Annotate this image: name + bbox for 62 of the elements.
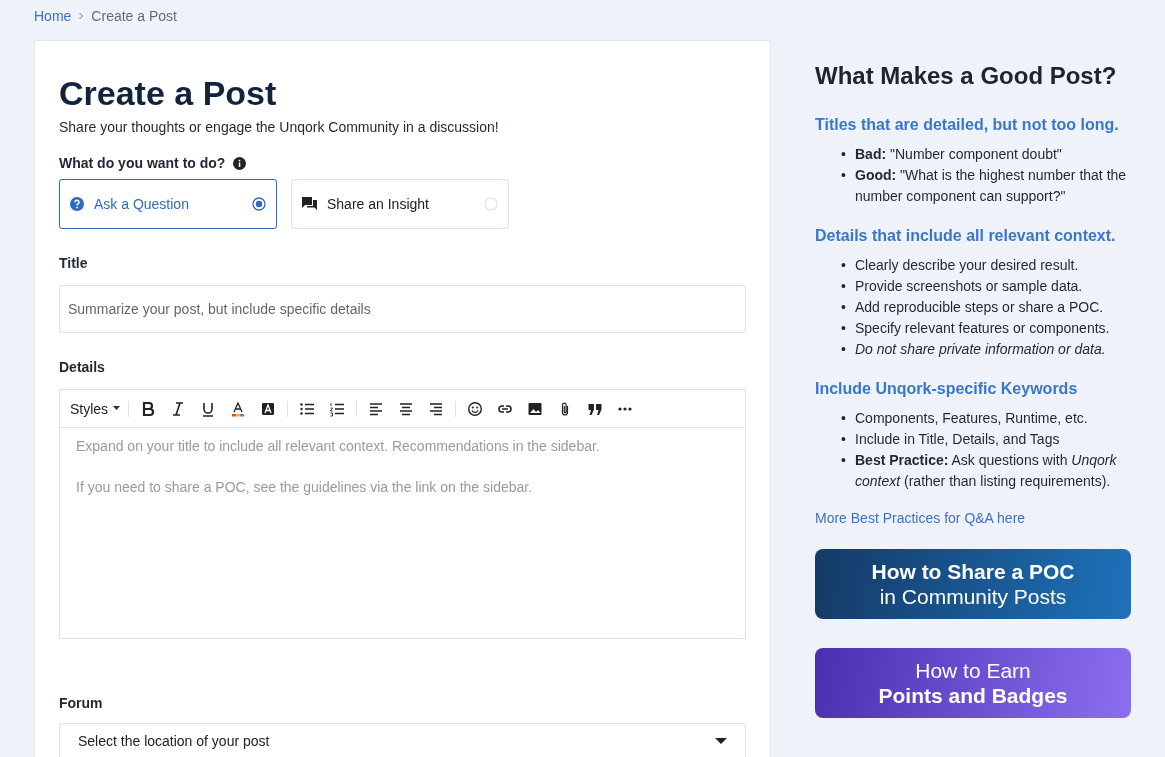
chevron-icon	[77, 12, 86, 20]
bullet-marker: •	[841, 277, 847, 296]
tip-item: Best Practice: Ask questions with Unqork context (rather than listing requirements).	[855, 451, 1118, 491]
question-icon	[70, 197, 84, 211]
editor-placeholder: If you need to share a POC, see the guidelines via the link on the sidebar.	[76, 479, 534, 496]
best-practices-link[interactable]: More Best Practices for Q&A here	[815, 510, 1026, 526]
tip-item: Good: "What is the highest number that the number component can support?"	[855, 166, 1128, 206]
field-label: What do you want to do?	[59, 155, 226, 171]
post-type-option[interactable]: Ask a Question	[59, 179, 277, 229]
caret-icon	[113, 406, 121, 411]
guide-banner[interactable]: How to Earn Points and Badges	[815, 648, 1131, 718]
numbered-list-icon[interactable]	[329, 400, 346, 417]
tip-item: Do not share private information or data.	[855, 340, 1106, 359]
bullet-marker: •	[841, 451, 847, 470]
bullet-marker: •	[841, 256, 847, 275]
bullet-marker: •	[841, 430, 847, 449]
page-subtitle: Share your thoughts or engage the Unqork Community in a discussion!	[59, 119, 500, 135]
bullet-marker: •	[841, 145, 847, 164]
radio-icon	[484, 197, 498, 211]
field-label: Forum	[59, 695, 104, 711]
highlight-icon[interactable]	[260, 400, 277, 417]
bullet-list-icon[interactable]	[299, 400, 316, 417]
tip-item: Bad: "Number component doubt"	[855, 145, 1062, 164]
tip-item: Clearly describe your desired result.	[855, 256, 1079, 275]
text-color-icon[interactable]	[230, 400, 247, 417]
tip-item: Components, Features, Runtime, etc.	[855, 409, 1088, 428]
forum-select[interactable]: Select the location of your post	[59, 723, 746, 757]
breadcrumb-link[interactable]: Home	[34, 8, 72, 24]
tip-heading: Titles that are detailed, but not too long.	[815, 116, 1120, 134]
radio-icon	[252, 197, 266, 211]
page-title: Create a Post	[59, 73, 278, 113]
title-field[interactable]: Summarize your post, but include specific details	[59, 285, 746, 333]
bullet-marker: •	[841, 409, 847, 428]
breadcrumb-current: Create a Post	[91, 8, 177, 24]
info-icon[interactable]	[233, 156, 247, 170]
tip-item: Include in Title, Details, and Tags	[855, 430, 1060, 449]
emoji-icon[interactable]	[467, 400, 484, 417]
tip-heading: Include Unqork-specific Keywords	[815, 380, 1079, 398]
chat-icon	[302, 197, 317, 211]
align-center-icon[interactable]	[398, 400, 415, 417]
styles-dropdown[interactable]: Styles	[70, 400, 129, 417]
editor-placeholder: Expand on your title to include all relevant context. Recommendations in the sidebar.	[76, 438, 601, 455]
guide-banner[interactable]: How to Share a POC in Community Posts	[815, 549, 1131, 619]
tip-item: Add reproducible steps or share a POC.	[855, 298, 1104, 317]
bold-icon[interactable]	[140, 400, 157, 417]
align-right-icon[interactable]	[428, 400, 445, 417]
field-label: Details	[59, 359, 106, 375]
dropdown-arrow-icon	[715, 737, 727, 745]
bullet-marker: •	[841, 319, 847, 338]
tip-heading: Details that include all relevant context.	[815, 227, 1117, 245]
bullet-marker: •	[841, 166, 847, 185]
bullet-marker: •	[841, 340, 847, 359]
sidebar-heading: What Makes a Good Post?	[815, 62, 1118, 90]
post-type-option[interactable]: Share an Insight	[291, 179, 509, 229]
image-icon[interactable]	[527, 400, 544, 417]
bullet-marker: •	[841, 298, 847, 317]
tip-item: Specify relevant features or components.	[855, 319, 1110, 338]
field-label: Title	[59, 255, 89, 271]
select-placeholder: Select the location of your post	[78, 733, 270, 749]
tip-item: Provide screenshots or sample data.	[855, 277, 1083, 296]
details-editor[interactable]: Styles Expand on your title to include all relevant context. Recommendations in the sidebar. If you need to share a POC, see the guidelines via the link on the sidebar.	[59, 389, 746, 639]
align-left-icon[interactable]	[368, 400, 385, 417]
